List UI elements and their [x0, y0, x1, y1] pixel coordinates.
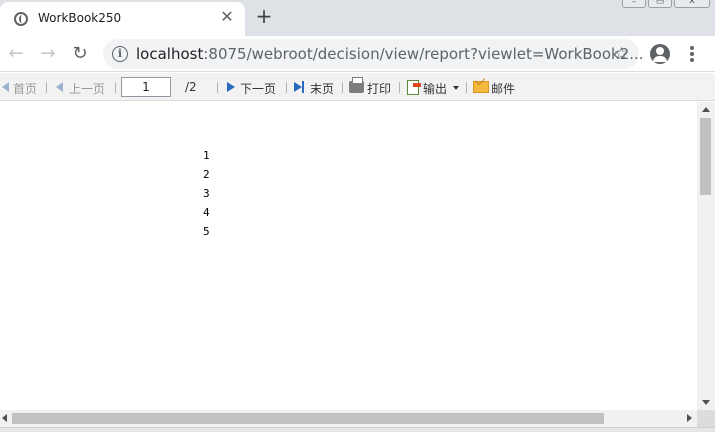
info-icon[interactable]: i — [112, 46, 128, 62]
scrollbar-corner — [697, 410, 715, 427]
separator — [399, 82, 400, 93]
report-toolbar: 首页 上一页 1 /2 下一页 末页 打印 输出 邮件 — [0, 73, 715, 101]
last-page-button[interactable]: 末页 — [310, 80, 334, 97]
separator — [286, 82, 287, 93]
separator — [217, 82, 218, 93]
minimize-button[interactable]: – — [622, 0, 646, 8]
new-tab-button[interactable]: + — [254, 6, 274, 26]
report-cell: 3 — [203, 187, 210, 200]
more-vert-icon[interactable] — [685, 44, 699, 64]
separator — [342, 82, 343, 93]
chevron-down-icon[interactable] — [453, 86, 459, 90]
email-button[interactable]: 邮件 — [491, 80, 515, 97]
total-pages: /2 — [185, 80, 197, 94]
close-icon[interactable]: ✕ — [218, 8, 236, 26]
url-path: :8075/webroot/decision/view/report?viewl… — [203, 45, 644, 63]
next-page-icon — [227, 82, 235, 92]
report-cell: 4 — [203, 206, 210, 219]
mail-icon — [473, 81, 489, 93]
window-close-button[interactable]: ✕ — [674, 0, 710, 8]
horizontal-scroll-thumb[interactable] — [12, 413, 604, 424]
export-icon — [407, 80, 421, 95]
report-content: 1 2 3 4 5 — [0, 102, 697, 410]
address-bar[interactable]: i localhost:8075/webroot/decision/view/r… — [103, 39, 644, 69]
separator — [46, 82, 47, 93]
maximize-button[interactable]: ▭ — [648, 0, 672, 8]
forward-arrow-icon[interactable]: → — [37, 43, 59, 65]
page-number-input[interactable]: 1 — [121, 77, 171, 97]
vertical-scrollbar[interactable] — [697, 102, 715, 410]
first-page-icon — [2, 82, 9, 92]
url-host: localhost — [136, 45, 204, 63]
prev-page-button[interactable]: 上一页 — [69, 80, 105, 97]
scroll-down-icon[interactable] — [702, 400, 710, 405]
url-text[interactable]: localhost:8075/webroot/decision/view/rep… — [136, 45, 644, 63]
vertical-scroll-thumb[interactable] — [700, 118, 711, 195]
report-cell: 1 — [203, 149, 210, 162]
prev-page-icon — [56, 82, 63, 92]
separator — [466, 82, 467, 93]
last-page-bar — [302, 81, 304, 93]
browser-tab[interactable]: WorkBook250 ✕ — [0, 2, 245, 36]
tab-title: WorkBook250 — [38, 11, 122, 25]
export-button[interactable]: 输出 — [423, 80, 447, 97]
first-page-button[interactable]: 首页 — [13, 80, 37, 97]
window-bottom-edge — [0, 427, 715, 432]
print-button[interactable]: 打印 — [367, 80, 391, 97]
globe-icon — [14, 12, 28, 26]
browser-toolbar: ← → ↻ i localhost:8075/webroot/decision/… — [0, 36, 715, 72]
scroll-left-icon[interactable] — [2, 414, 7, 422]
separator — [115, 82, 116, 93]
next-page-button[interactable]: 下一页 — [240, 80, 276, 97]
star-icon[interactable]: ☆ — [614, 44, 629, 64]
scroll-up-icon[interactable] — [702, 107, 710, 112]
horizontal-scrollbar[interactable] — [0, 410, 697, 427]
printer-icon — [349, 77, 364, 93]
report-cell: 2 — [203, 168, 210, 181]
last-page-icon — [294, 82, 302, 92]
scroll-right-icon[interactable] — [687, 414, 692, 422]
profile-icon[interactable] — [650, 44, 670, 64]
back-arrow-icon[interactable]: ← — [5, 43, 27, 65]
reload-icon[interactable]: ↻ — [69, 43, 91, 65]
tab-strip: WorkBook250 ✕ + – ▭ ✕ — [0, 0, 715, 36]
report-cell: 5 — [203, 225, 210, 238]
